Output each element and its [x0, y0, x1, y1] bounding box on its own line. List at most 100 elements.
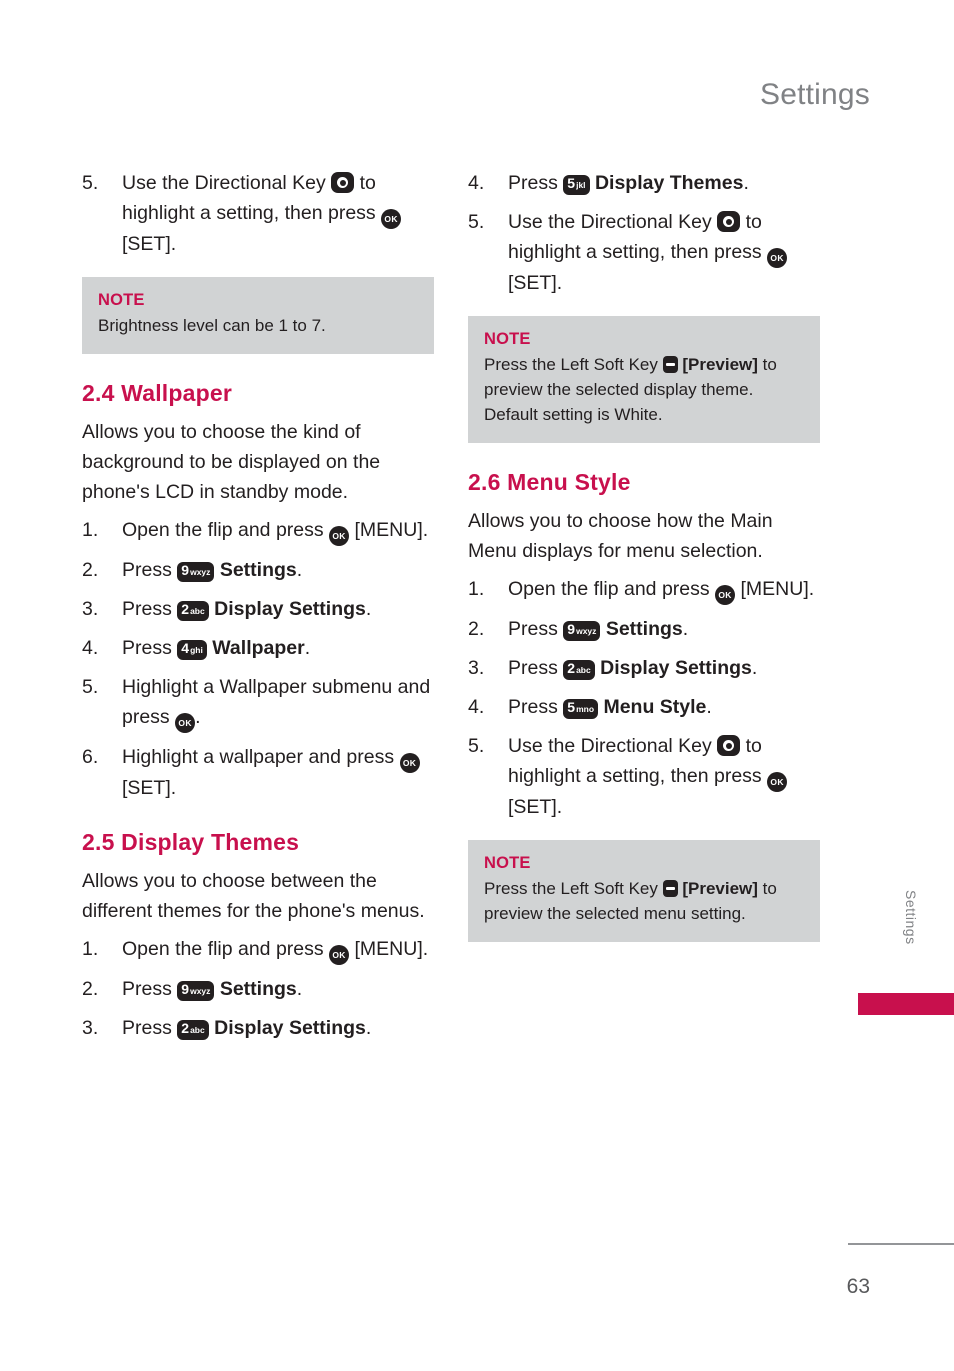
- step-text-bold: Menu Style: [603, 696, 707, 718]
- list-item: 3. Press 2abc Display Settings.: [82, 594, 434, 624]
- left-soft-key-icon: [662, 356, 678, 373]
- keypad-5-icon: 5jkl: [563, 175, 590, 195]
- list-item: 4. Press 5jkl Display Themes.: [468, 168, 820, 198]
- ok-key-icon: OK: [767, 772, 788, 792]
- step-text-bold: Settings: [605, 618, 683, 640]
- section-heading-menu-style: 2.6 Menu Style: [468, 469, 631, 495]
- page-number: 63: [846, 1275, 870, 1298]
- ok-key-icon: OK: [381, 209, 402, 229]
- list-item: 5. Use the Directional Key to highlight …: [468, 207, 820, 298]
- step-text-after: [MENU].: [740, 578, 815, 600]
- note-title: NOTE: [484, 854, 531, 872]
- note-title: NOTE: [98, 291, 145, 309]
- ok-key-icon: OK: [767, 248, 788, 268]
- step-number: 5.: [82, 172, 99, 194]
- page: Settings Settings 63 5. Use the Directio…: [0, 0, 954, 1371]
- list-item: 5. Use the Directional Key to highlight …: [468, 731, 820, 822]
- step-text-after: [SET].: [508, 272, 563, 294]
- step-number: 1.: [82, 519, 99, 541]
- section-intro-wallpaper: Allows you to choose the kind of backgro…: [82, 421, 381, 503]
- list-item: 6. Highlight a wallpaper and press OK [S…: [82, 742, 434, 803]
- step-period: .: [365, 598, 372, 620]
- list-item: 2. Press 9wxyz Settings.: [82, 974, 434, 1004]
- note-text-bold: [Preview]: [682, 355, 758, 374]
- list-item: 4. Press 4ghi Wallpaper.: [82, 633, 434, 663]
- step-text: Highlight a Wallpaper submenu and press: [122, 676, 431, 728]
- step-number: 5.: [82, 676, 99, 698]
- step-text-after: [MENU].: [354, 519, 429, 541]
- keypad-5-icon: 5mno: [563, 699, 599, 719]
- step-number: 5.: [468, 735, 485, 757]
- step-text-after: .: [195, 706, 201, 728]
- step-number: 4.: [468, 696, 485, 718]
- step-text: Press: [508, 696, 558, 718]
- ok-key-icon: OK: [329, 526, 350, 546]
- page-title: Settings: [760, 78, 870, 111]
- step-period: .: [365, 1017, 372, 1039]
- section-intro-menu-style: Allows you to choose how the Main Menu d…: [468, 510, 773, 562]
- step-number: 5.: [468, 211, 485, 233]
- step-text: Press: [122, 598, 172, 620]
- note-box-display-preview: NOTE Press the Left Soft Key [Preview] t…: [468, 316, 820, 443]
- directional-key-icon: [331, 172, 355, 193]
- step-period: .: [304, 637, 311, 659]
- step-period: .: [706, 696, 712, 718]
- step-period: .: [743, 172, 749, 194]
- right-column: 4. Press 5jkl Display Themes. 5. Use the…: [468, 168, 820, 950]
- ok-key-icon: OK: [175, 713, 196, 733]
- keypad-2-icon: 2abc: [177, 601, 209, 621]
- step-text-bold: Display Settings: [214, 1017, 366, 1039]
- ok-key-icon: OK: [329, 945, 350, 965]
- step-text: Open the flip and press: [122, 938, 324, 960]
- section-heading-wallpaper: 2.4 Wallpaper: [82, 380, 233, 406]
- list-item: 2. Press 9wxyz Settings.: [468, 614, 820, 644]
- step-text: Use the Directional Key: [508, 735, 712, 757]
- list-item: 1. Open the flip and press OK [MENU].: [82, 515, 434, 546]
- step-text: Open the flip and press: [508, 578, 710, 600]
- left-soft-key-icon: [662, 880, 678, 897]
- step-text: Use the Directional Key: [508, 211, 712, 233]
- list-item: 5. Use the Directional Key to highlight …: [82, 168, 434, 259]
- step-text: Press: [508, 618, 558, 640]
- note-body: Press the Left Soft Key [Preview] to pre…: [484, 876, 804, 926]
- note-text-before: Press the Left Soft Key: [484, 879, 658, 898]
- step-text-bold: Settings: [219, 559, 297, 581]
- right-top-steps: 4. Press 5jkl Display Themes. 5. Use the…: [468, 168, 820, 298]
- step-number: 3.: [82, 1017, 99, 1039]
- side-tab-bar: [858, 993, 954, 1015]
- list-item: 3. Press 2abc Display Settings.: [82, 1013, 434, 1043]
- ok-key-icon: OK: [399, 753, 420, 773]
- steps-display-themes: 1. Open the flip and press OK [MENU]. 2.…: [82, 934, 434, 1043]
- step-number: 4.: [468, 172, 485, 194]
- note-box-menu-preview: NOTE Press the Left Soft Key [Preview] t…: [468, 840, 820, 942]
- step-text-bold: Wallpaper: [212, 637, 305, 659]
- keypad-2-icon: 2abc: [177, 1020, 209, 1040]
- footer-divider: [848, 1243, 954, 1245]
- step-text: Open the flip and press: [122, 519, 324, 541]
- keypad-9-icon: 9wxyz: [563, 621, 601, 641]
- step-number: 4.: [82, 637, 99, 659]
- keypad-2-icon: 2abc: [563, 660, 595, 680]
- keypad-4-icon: 4ghi: [177, 640, 207, 660]
- step-number: 2.: [82, 978, 99, 1000]
- keypad-9-icon: 9wxyz: [177, 981, 215, 1001]
- step-text: Use the Directional Key: [122, 172, 326, 194]
- step-number: 3.: [82, 598, 99, 620]
- note-body: Press the Left Soft Key [Preview] to pre…: [484, 352, 804, 427]
- note-title: NOTE: [484, 330, 531, 348]
- note-text-bold: [Preview]: [682, 879, 758, 898]
- ok-key-icon: OK: [715, 585, 736, 605]
- note-text-before: Press the Left Soft Key: [484, 355, 658, 374]
- section-heading-display-themes: 2.5 Display Themes: [82, 829, 300, 855]
- keypad-9-icon: 9wxyz: [177, 562, 215, 582]
- list-item: 4. Press 5mno Menu Style.: [468, 692, 820, 722]
- list-item: 1. Open the flip and press OK [MENU].: [468, 574, 820, 605]
- step-number: 6.: [82, 746, 99, 768]
- step-text-bold: Display Settings: [214, 598, 366, 620]
- note-box-brightness: NOTE Brightness level can be 1 to 7.: [82, 277, 434, 354]
- step-period: .: [682, 618, 689, 640]
- step-text: Press: [122, 978, 172, 1000]
- step-period: .: [296, 978, 303, 1000]
- section-intro-display-themes: Allows you to choose between the differe…: [82, 870, 425, 922]
- step-number: 2.: [82, 559, 99, 581]
